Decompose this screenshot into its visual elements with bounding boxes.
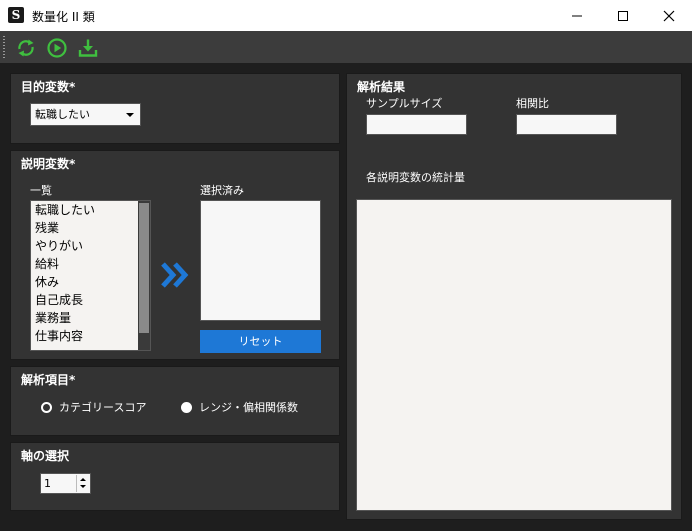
radio-unchecked-icon (181, 401, 192, 413)
list-item[interactable]: 業務量 (31, 309, 139, 327)
list-item[interactable]: 転職したい (31, 201, 139, 219)
explanatory-title: 説明変数* (21, 157, 76, 171)
toolbar (0, 31, 692, 63)
double-chevron-right-icon (161, 262, 189, 288)
spin-down-icon[interactable] (80, 485, 86, 488)
title-bar: S 数量化 II 類 (0, 0, 692, 31)
list-item[interactable]: 休み (31, 273, 139, 291)
refresh-button[interactable] (15, 37, 37, 59)
selected-variables-listbox[interactable] (200, 200, 321, 321)
list-scrollbar[interactable] (138, 201, 150, 350)
reset-button[interactable]: リセット (200, 330, 321, 353)
toolbar-grip[interactable] (3, 36, 5, 58)
list-item[interactable]: 自己成長 (31, 291, 139, 309)
variable-listbox[interactable]: 転職したい 残業 やりがい 給料 休み 自己成長 業務量 仕事内容 (30, 200, 151, 351)
close-icon (663, 10, 675, 21)
list-item[interactable]: やりがい (31, 237, 139, 255)
list-item[interactable]: 残業 (31, 219, 139, 237)
minimize-button[interactable] (554, 0, 600, 31)
axis-title: 軸の選択 (21, 449, 70, 463)
run-button[interactable] (46, 37, 68, 59)
results-title: 解析結果 (357, 80, 406, 94)
app-icon: S (8, 7, 24, 23)
objective-select[interactable]: 転職したい (30, 103, 141, 126)
stats-output-area[interactable] (356, 199, 672, 511)
radio-category-score-label: カテゴリースコア (59, 401, 147, 414)
analysis-title: 解析項目* (21, 373, 76, 387)
close-button[interactable] (646, 0, 692, 31)
correlation-ratio-label: 相関比 (516, 97, 549, 110)
selected-label: 選択済み (200, 184, 244, 197)
axis-value: 1 (44, 477, 51, 490)
chevron-down-icon (126, 113, 134, 117)
radio-range-partial-correlation[interactable]: レンジ・偏相関係数 (181, 399, 298, 415)
list-item[interactable]: 給料 (31, 255, 139, 273)
variable-list: 転職したい 残業 やりがい 給料 休み 自己成長 業務量 仕事内容 (31, 201, 139, 345)
minimize-icon (572, 15, 582, 16)
objective-title: 目的変数* (21, 80, 76, 94)
download-button[interactable] (77, 37, 99, 59)
radio-range-label: レンジ・偏相関係数 (199, 401, 298, 414)
sample-size-field[interactable] (366, 114, 467, 135)
list-item[interactable]: 仕事内容 (31, 327, 139, 345)
refresh-icon (18, 39, 34, 57)
spin-up-icon[interactable] (80, 478, 86, 481)
axis-stepper[interactable]: 1 (40, 473, 91, 494)
scroll-thumb[interactable] (139, 203, 149, 333)
maximize-button[interactable] (600, 0, 646, 31)
correlation-ratio-field[interactable] (516, 114, 617, 135)
play-icon (47, 38, 67, 58)
list-label: 一覧 (30, 184, 52, 197)
add-variable-button[interactable] (160, 261, 190, 289)
stats-label: 各説明変数の統計量 (366, 171, 465, 184)
download-icon (78, 39, 98, 57)
maximize-icon (618, 10, 628, 21)
radio-category-score[interactable]: カテゴリースコア (41, 399, 146, 415)
spin-buttons[interactable] (76, 475, 89, 492)
sample-size-label: サンプルサイズ (366, 97, 443, 110)
objective-selected-value: 転職したい (35, 108, 90, 121)
radio-checked-icon (41, 401, 52, 413)
window-title: 数量化 II 類 (32, 10, 95, 24)
